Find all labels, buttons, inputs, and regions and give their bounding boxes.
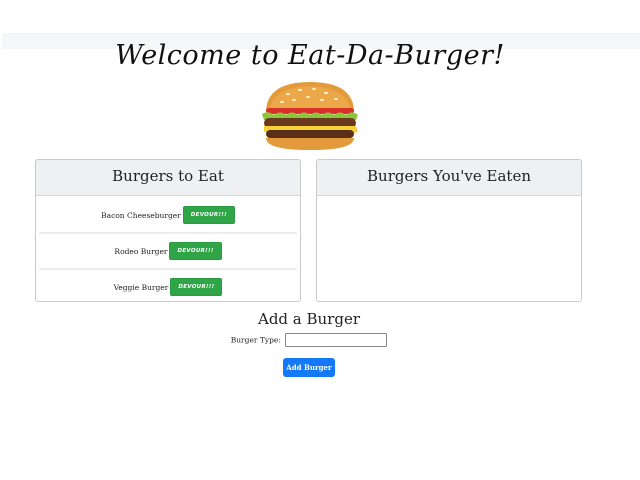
- add-burger-heading: Add a Burger: [257, 310, 361, 328]
- list-item: Bacon Cheeseburger DEVOUR!!!: [39, 198, 297, 234]
- burgers-eaten-list: [317, 196, 581, 198]
- page-title: Welcome to Eat-Da-Burger!: [115, 40, 505, 71]
- burger-name: Rodeo Burger: [114, 246, 168, 256]
- add-burger-button[interactable]: Add Burger: [283, 358, 335, 377]
- list-item: Rodeo Burger DEVOUR!!!: [39, 234, 297, 270]
- burgers-to-eat-list: Bacon Cheeseburger DEVOUR!!! Rodeo Burge…: [36, 196, 300, 301]
- burger-type-input[interactable]: [285, 333, 388, 347]
- burgers-eaten-card: Burgers You've Eaten: [316, 159, 582, 302]
- burger-name: Veggie Burger: [113, 282, 169, 292]
- add-burger-form: Burger Type:: [0, 333, 618, 347]
- burgers-to-eat-heading: Burgers to Eat: [36, 160, 300, 196]
- burgers-to-eat-card: Burgers to Eat Bacon Cheeseburger DEVOUR…: [35, 159, 301, 302]
- list-item: Veggie Burger DEVOUR!!!: [39, 270, 297, 301]
- devour-button[interactable]: DEVOUR!!!: [169, 242, 222, 260]
- devour-button[interactable]: DEVOUR!!!: [182, 206, 235, 224]
- burger-type-label: Burger Type:: [230, 335, 281, 345]
- burger-image: [262, 82, 358, 150]
- burgers-eaten-heading: Burgers You've Eaten: [317, 160, 581, 196]
- devour-button[interactable]: DEVOUR!!!: [170, 278, 223, 296]
- burger-name: Bacon Cheeseburger: [101, 210, 181, 220]
